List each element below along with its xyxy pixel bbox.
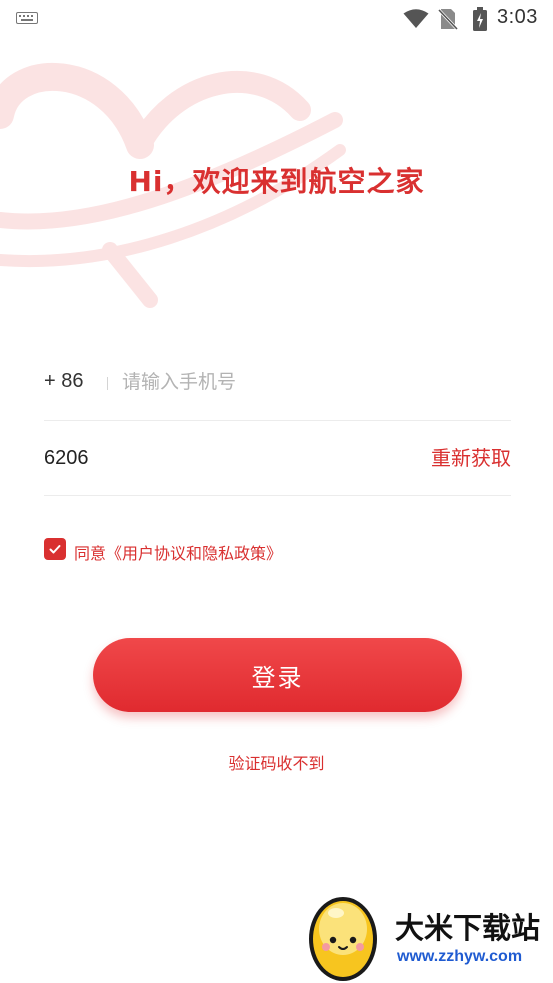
resend-code-button[interactable]: 重新获取 (431, 442, 511, 471)
site-watermark: 大米下载站 www.zzhyw.com (300, 885, 553, 983)
status-time: 3:03 (497, 6, 538, 28)
phone-field-row: + 86 (44, 350, 511, 421)
welcome-greeting: Hi，欢迎来到航空之家 (128, 165, 425, 198)
agreement-checkbox[interactable] (44, 538, 66, 560)
login-button[interactable]: 登录 (93, 638, 462, 712)
phone-input[interactable] (122, 364, 502, 400)
divider (107, 377, 108, 390)
code-field-row: 重新获取 (44, 424, 511, 496)
watermark-url: www.zzhyw.com (397, 948, 523, 965)
country-code-selector[interactable]: + 86 (44, 370, 83, 393)
status-bar: 3:03 (0, 0, 553, 40)
wifi-icon (403, 9, 429, 28)
agreement-link[interactable]: 同意《用户协议和隐私政策》 (74, 540, 282, 564)
watermark-title: 大米下载站 (395, 911, 541, 945)
checkmark-icon (49, 545, 61, 554)
no-sim-icon (438, 8, 458, 30)
verification-code-input[interactable] (44, 440, 344, 476)
no-code-help-link[interactable]: 验证码收不到 (0, 750, 553, 774)
rice-mascot-icon (309, 897, 377, 981)
keyboard-icon (16, 12, 38, 24)
battery-icon (473, 7, 487, 31)
